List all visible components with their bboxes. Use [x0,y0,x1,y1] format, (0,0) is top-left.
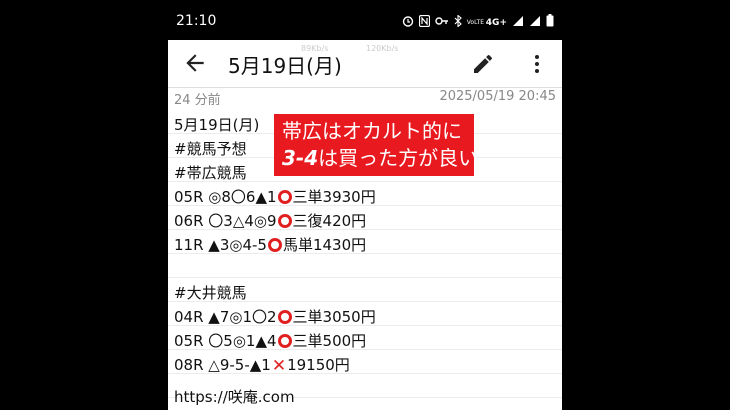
signal-icon [529,15,541,31]
app-bar: 5月19日(月) [168,40,562,88]
signal-icon [512,15,524,31]
race-pick: 06R 〇3△4◎9 [174,212,277,230]
race-pick: 08R △9-5-▲1 [174,356,271,374]
race-pick: 04R ▲7◎1〇2 [174,308,277,326]
race-pick: 05R 〇5◎1▲4 [174,332,277,350]
banner-line-1: 帯広はオカルト的に [282,119,462,143]
note-line: #帯広競馬 [174,162,247,183]
race-pick: 05R ◎8〇6▲1 [174,188,277,206]
4g-icon: 4G+ [485,17,507,28]
edit-pencil-icon[interactable] [471,52,495,76]
volte-icon: VoLTE [466,18,485,26]
hit-circle-icon [267,238,282,252]
hashtag: #帯広競馬 [174,164,247,182]
overlay-banner: 帯広はオカルト的に 3-4は買った方が良い [274,114,478,176]
note-line: #大井競馬 [174,282,247,303]
phone-screen: 21:10 VoLTE 4G+ 5月19日(月) 89Kb/s 120Kb/s … [168,0,562,410]
status-bar: 21:10 VoLTE 4G+ [168,0,562,40]
more-vert-icon[interactable] [525,52,549,76]
hashtag: #競馬予想 [174,140,247,158]
status-icons: VoLTE 4G+ [402,13,554,31]
miss-cross-icon: ✕ [271,356,287,376]
note-line: https://咲庵.com [174,386,295,407]
page-title: 5月19日(月) [228,54,342,78]
hit-circle-icon [277,214,292,228]
site-link[interactable]: https://咲庵.com [174,388,295,406]
banner-line-2: 3-4は買った方が良い [282,144,478,172]
alarm-icon [402,15,414,31]
nfc-icon [418,14,430,31]
timestamp: 2025/05/19 20:45 [439,89,556,104]
race-line: 11R ▲3◎4-5 馬単1430円 [174,234,366,255]
race-payout: 馬単1430円 [282,236,367,254]
back-arrow-icon[interactable] [182,50,208,76]
note-line: #競馬予想 [174,138,247,159]
bluetooth-icon [454,13,462,31]
relative-time: 24 分前 [174,93,221,108]
race-payout: 19150円 [287,356,350,374]
race-payout: 三復420円 [292,212,367,230]
banner-emphasis: 3-4 [282,146,319,170]
key-icon [435,16,449,30]
banner-text: は買った方が良い [318,146,479,170]
race-line: 05R ◎8〇6▲1 三単3930円 [174,186,376,207]
race-payout: 三単3930円 [292,188,376,206]
race-line: 05R 〇5◎1▲4 三単500円 [174,330,366,351]
hit-circle-icon [277,190,292,204]
race-line: 04R ▲7◎1〇2 三単3050円 [174,306,376,327]
battery-icon [546,14,554,31]
hit-circle-icon [277,334,292,348]
hashtag: #大井競馬 [174,284,247,302]
race-payout: 三単3050円 [292,308,376,326]
net-speed-right: 120Kb/s [366,44,399,53]
note-line: 5月19日(月) [174,114,259,135]
status-time: 21:10 [176,13,217,29]
race-line: 08R △9-5-▲1✕19150円 [174,354,350,376]
hit-circle-icon [277,310,292,324]
net-speed-left: 89Kb/s [301,44,329,53]
race-line: 06R 〇3△4◎9 三復420円 [174,210,366,231]
race-pick: 11R ▲3◎4-5 [174,236,267,254]
race-payout: 三単500円 [292,332,367,350]
note-date: 5月19日(月) [174,116,260,134]
